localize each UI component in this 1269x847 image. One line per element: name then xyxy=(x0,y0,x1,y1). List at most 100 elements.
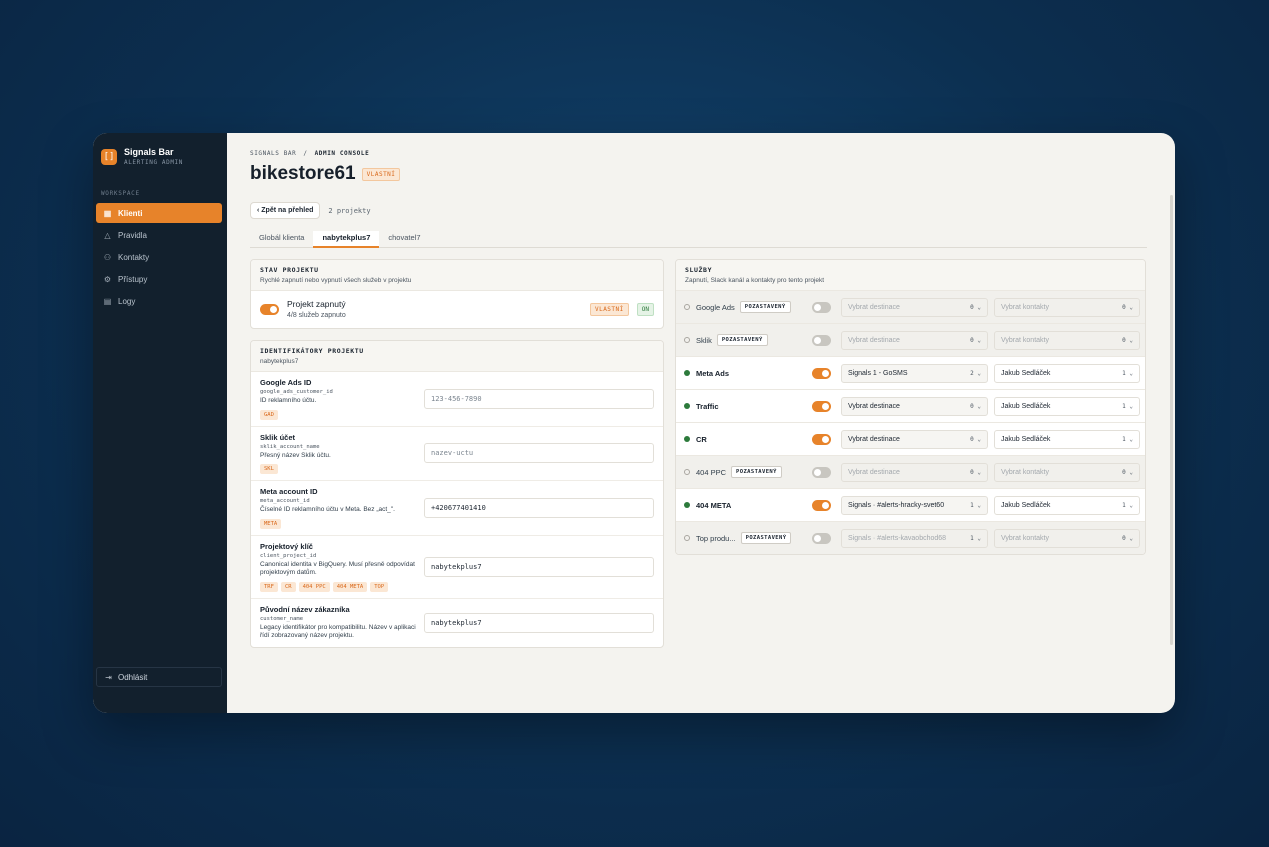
logout-button[interactable]: ⇥ Odhlásit xyxy=(96,667,222,687)
chevron-down-icon: ⌄ xyxy=(973,369,981,377)
service-toggle-cell xyxy=(812,532,841,544)
sidebar-item-2[interactable]: ⚇ Kontakty xyxy=(96,247,222,267)
contacts-select[interactable]: Jakub Sedláček 1 ⌄ xyxy=(994,363,1140,383)
field-label: Meta account ID xyxy=(260,487,318,496)
identifier-field: Meta account ID meta_account_id Číselné ID… xyxy=(251,480,663,535)
service-toggle[interactable] xyxy=(812,301,831,313)
service-name-cell: 404 PPC POZASTAVENÝ xyxy=(684,466,812,478)
field-input[interactable]: nabytekplus7 xyxy=(424,556,654,577)
breadcrumb-root[interactable]: SIGNALS BAR xyxy=(250,150,296,157)
service-toggle[interactable] xyxy=(812,400,831,412)
destination-value: Vybrat destinace xyxy=(848,468,900,476)
chevron-down-icon: ⌄ xyxy=(973,303,981,311)
page-title: bikestore61 xyxy=(250,163,356,184)
destination-select[interactable]: Vybrat destinace 0 ⌄ xyxy=(841,462,988,482)
brand-subtitle: ALERTING ADMIN xyxy=(124,159,183,166)
scrollbar[interactable] xyxy=(1170,195,1173,645)
status-panel-heading: STAV PROJEKTU xyxy=(260,266,319,274)
tab-0[interactable]: Globál klienta xyxy=(250,231,313,248)
gear-icon: ⚙ xyxy=(103,274,112,284)
field-key: customer_name xyxy=(260,615,304,622)
service-name: 404 PPC xyxy=(696,467,727,477)
destination-select[interactable]: Signals 1 - GoSMS 2 ⌄ xyxy=(841,363,988,383)
service-toggle[interactable] xyxy=(812,466,831,478)
field-description: ID reklamního účtu. xyxy=(260,397,317,404)
brand-title: Signals Bar xyxy=(124,147,174,157)
services-heading: SLUŽBY xyxy=(685,266,713,274)
sidebar-item-3[interactable]: ⚙ Přístupy xyxy=(96,269,222,289)
service-toggle[interactable] xyxy=(812,367,831,379)
service-row: Meta Ads Signals 1 - GoSMS 2 ⌄ Jakub Sedláč… xyxy=(676,356,1145,389)
field-label: Projektový klíč xyxy=(260,541,313,551)
contacts-select[interactable]: Vybrat kontakty 0 ⌄ xyxy=(994,330,1140,350)
chevron-down-icon: ⌄ xyxy=(1125,501,1133,509)
tab-2[interactable]: chovatel7 xyxy=(379,231,429,248)
contacts-select[interactable]: Jakub Sedláček 1 ⌄ xyxy=(994,429,1140,449)
chevron-down-icon: ⌄ xyxy=(973,468,981,476)
field-input[interactable]: nazev-uctu xyxy=(424,443,654,464)
services-panel: SLUŽBY Zapnutí, Slack kanál a kontakty p… xyxy=(675,259,1146,555)
identifier-field: Sklik účet sklik_account_name Přesný název… xyxy=(251,425,663,481)
destination-select[interactable]: Signals · #alerts-hracky-svet60 1 ⌄ xyxy=(841,495,988,515)
contacts-select[interactable]: Jakub Sedláček 1 ⌄ xyxy=(994,495,1140,515)
status-dot-icon xyxy=(684,436,690,442)
paused-badge: POZASTAVENÝ xyxy=(739,301,791,313)
right-column: SLUŽBY Zapnutí, Slack kanál a kontakty p… xyxy=(675,259,1146,555)
tab-1[interactable]: nabytekplus7 xyxy=(313,231,380,248)
service-toggle[interactable] xyxy=(812,334,831,346)
contacts-select[interactable]: Jakub Sedláček 1 ⌄ xyxy=(994,396,1140,416)
contacts-select[interactable]: Vybrat kontakty 0 ⌄ xyxy=(994,462,1140,482)
sidebar-item-label: Pravidla xyxy=(118,230,147,240)
field-input[interactable]: nabytekplus7 xyxy=(424,612,654,633)
identifier-field: Původní název zákazníka customer_name Lega… xyxy=(251,597,663,647)
field-tag: CR xyxy=(280,581,296,592)
contacts-count: 1 ⌄ xyxy=(1122,370,1133,377)
sidebar-item-0[interactable]: ▦ Klienti xyxy=(96,203,222,223)
field-tag: TOP xyxy=(370,581,389,592)
destination-count: 0 ⌄ xyxy=(970,469,981,476)
status-dot-icon xyxy=(684,469,690,475)
contacts-value: Jakub Sedláček xyxy=(1001,435,1051,443)
logout-label: Odhlásit xyxy=(118,672,148,682)
destination-select[interactable]: Vybrat destinace 0 ⌄ xyxy=(841,429,988,449)
back-button-label: Zpět na přehled xyxy=(261,207,314,214)
service-toggle[interactable] xyxy=(812,433,831,445)
sidebar-item-label: Kontakty xyxy=(118,252,150,262)
field-key: meta_account_id xyxy=(260,498,310,504)
sidebar-item-4[interactable]: ▤ Logy xyxy=(96,291,222,311)
service-name: Traffic xyxy=(696,401,719,411)
project-toggle[interactable] xyxy=(260,303,279,315)
breadcrumb-separator: / xyxy=(303,150,308,157)
field-label: Sklik účet xyxy=(260,432,296,442)
contacts-select[interactable]: Vybrat kontakty 0 ⌄ xyxy=(994,297,1140,317)
destination-select[interactable]: Vybrat destinace 0 ⌄ xyxy=(841,297,988,317)
field-tags: SKL xyxy=(260,464,424,474)
sidebar-item-1[interactable]: △ Pravidla xyxy=(96,225,222,245)
title-badge: VLASTNÍ xyxy=(361,167,401,181)
contacts-select[interactable]: Vybrat kontakty 0 ⌄ xyxy=(994,528,1140,548)
chevron-down-icon: ⌄ xyxy=(1125,402,1133,410)
chevron-down-icon: ⌄ xyxy=(1125,534,1133,542)
chevron-down-icon: ⌄ xyxy=(973,501,981,509)
left-column: STAV PROJEKTU Rychlé zapnutí nebo vypnut… xyxy=(250,259,664,648)
field-tag: GAD xyxy=(260,409,278,420)
field-input[interactable]: +420677401410 xyxy=(424,497,654,518)
destination-select[interactable]: Vybrat destinace 0 ⌄ xyxy=(841,330,988,350)
contacts-value: Jakub Sedláček xyxy=(1001,501,1051,509)
back-button[interactable]: ‹ Zpět na přehled xyxy=(250,202,321,219)
destination-select[interactable]: Vybrat destinace 0 ⌄ xyxy=(841,396,988,416)
destination-select[interactable]: Signals · #alerts-kavaobchod68 1 ⌄ xyxy=(841,528,988,548)
field-input[interactable]: 123-456-7890 xyxy=(424,388,654,409)
chevron-down-icon: ⌄ xyxy=(973,402,981,410)
field-info: Projektový klíč client_project_id Canonica… xyxy=(260,542,424,592)
services-enabled-count: 4/8 služeb zapnuto xyxy=(287,312,346,319)
service-toggle[interactable] xyxy=(812,532,831,544)
sidebar-item-label: Klienti xyxy=(118,208,143,218)
identifiers-heading: IDENTIFIKÁTORY PROJEKTU xyxy=(260,347,364,355)
service-toggle[interactable] xyxy=(812,499,831,511)
destination-count: 1 ⌄ xyxy=(970,535,981,542)
field-tag: META xyxy=(260,518,282,529)
custom-badge: VLASTNÍ xyxy=(589,302,629,316)
field-key: client_project_id xyxy=(260,552,317,559)
service-toggle-cell xyxy=(812,400,841,412)
